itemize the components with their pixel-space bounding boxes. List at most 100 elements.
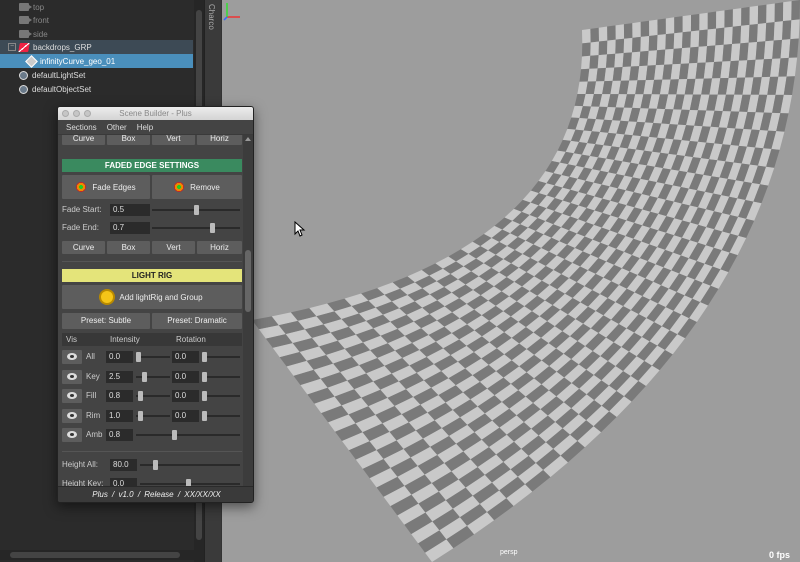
rotation-column-header: Rotation: [176, 335, 206, 344]
minimize-window-icon[interactable]: [73, 110, 80, 117]
checker-tile: [707, 28, 717, 47]
slider-knob[interactable]: [210, 223, 216, 233]
checker-tile: [690, 30, 700, 48]
outliner-item-default-light-set[interactable]: defaultLightSet: [0, 68, 193, 82]
light-label-rim: Rim: [86, 410, 101, 420]
intensity-slider-fill[interactable]: [136, 390, 170, 402]
intensity-field-amb[interactable]: 0.8: [106, 429, 133, 441]
box-button[interactable]: Box: [107, 241, 150, 254]
visibility-eye-icon-key[interactable]: [62, 369, 82, 384]
checker-tile: [697, 46, 708, 63]
checker-tile: [730, 43, 741, 62]
intensity-field-key[interactable]: 2.5: [106, 370, 133, 383]
close-window-icon[interactable]: [62, 110, 69, 117]
rotation-slider-fill[interactable]: [202, 390, 240, 402]
scroll-up-icon[interactable]: [245, 137, 251, 141]
intensity-field-fill[interactable]: 0.8: [106, 390, 133, 402]
box-button-top[interactable]: Box: [107, 135, 150, 145]
outliner-item-top[interactable]: top: [0, 0, 193, 14]
checker-tile: [590, 41, 600, 56]
slider-knob[interactable]: [202, 352, 207, 362]
visibility-eye-icon-amb[interactable]: [62, 428, 82, 442]
rotation-field-rim[interactable]: 0.0: [172, 409, 199, 422]
checker-tile: [698, 29, 708, 47]
rotation-slider-key[interactable]: [202, 371, 240, 383]
scene-builder-scrollbar[interactable]: [243, 135, 253, 488]
window-title: Scene Builder - Plus: [119, 109, 192, 118]
intensity-slider-rim[interactable]: [136, 410, 170, 422]
menu-help[interactable]: Help: [137, 123, 153, 132]
curve-button-top[interactable]: Curve: [62, 135, 105, 145]
checker-tile: [707, 11, 717, 30]
horiz-button-top[interactable]: Horiz: [197, 135, 242, 145]
visibility-eye-icon-rim[interactable]: [62, 408, 82, 423]
rotation-field-fill[interactable]: 0.0: [172, 390, 199, 402]
outliner-item-label: backdrops_GRP: [33, 42, 92, 52]
intensity-slider-key[interactable]: [136, 371, 170, 383]
slider-knob[interactable]: [136, 352, 141, 362]
scene-builder-window: Scene Builder - Plus Sections Other Help…: [57, 106, 254, 503]
scrollbar-thumb[interactable]: [10, 552, 180, 558]
checker-tile: [598, 26, 608, 42]
checkered-backdrop-mesh[interactable]: [222, 0, 800, 562]
fade-start-field[interactable]: 0.5: [110, 204, 150, 216]
light-rig-header[interactable]: LIGHT RIG: [62, 269, 242, 282]
outliner-item-side[interactable]: side: [0, 27, 193, 41]
checker-tile: [791, 0, 800, 21]
checker-tile: [622, 52, 632, 67]
outliner-item-label: front: [33, 15, 50, 25]
outliner-item-front[interactable]: front: [0, 13, 193, 27]
3d-viewport[interactable]: persp 0 fps: [222, 0, 800, 562]
scrollbar-thumb[interactable]: [245, 250, 251, 312]
slider-knob[interactable]: [138, 410, 143, 421]
checker-tile: [655, 49, 666, 66]
slider-knob[interactable]: [202, 371, 207, 382]
slider-knob[interactable]: [138, 391, 143, 401]
slider-knob[interactable]: [142, 371, 147, 382]
faded-edge-settings-header[interactable]: FADED EDGE SETTINGS: [62, 159, 242, 172]
slider-knob[interactable]: [202, 391, 207, 401]
outliner-item-default-object-set[interactable]: defaultObjectSet: [0, 82, 193, 96]
menu-sections[interactable]: Sections: [66, 123, 97, 132]
scene-builder-scroll-area: Curve Box Vert Horiz FADED EDGE SETTINGS…: [58, 135, 245, 488]
menu-other[interactable]: Other: [107, 123, 127, 132]
add-light-rig-button[interactable]: Add lightRig and Group: [62, 285, 242, 309]
slider-knob[interactable]: [193, 205, 199, 215]
window-titlebar[interactable]: Scene Builder - Plus: [58, 107, 253, 120]
collapse-icon[interactable]: −: [8, 43, 16, 51]
rotation-field-all[interactable]: 0.0: [172, 351, 199, 363]
height-all-slider[interactable]: [140, 459, 240, 471]
slider-knob[interactable]: [202, 410, 207, 421]
curve-button[interactable]: Curve: [62, 241, 105, 254]
fade-edges-button[interactable]: Fade Edges: [62, 175, 150, 199]
intensity-slider-amb[interactable]: [136, 429, 240, 441]
rotation-slider-all[interactable]: [202, 351, 240, 363]
visibility-eye-icon-fill[interactable]: [62, 389, 82, 403]
visibility-eye-icon-all[interactable]: [62, 350, 82, 364]
checker-tile: [765, 22, 775, 42]
height-all-field[interactable]: 80.0: [110, 459, 137, 471]
slider-knob[interactable]: [153, 460, 158, 470]
rotation-slider-rim[interactable]: [202, 410, 240, 422]
horiz-button[interactable]: Horiz: [197, 241, 242, 254]
checker-tile: [597, 54, 607, 69]
checker-tile: [614, 53, 624, 68]
fade-end-field[interactable]: 0.7: [110, 222, 150, 234]
intensity-slider-all[interactable]: [136, 351, 170, 363]
checker-tile: [620, 66, 631, 81]
vert-button[interactable]: Vert: [152, 241, 195, 254]
vert-button-top[interactable]: Vert: [152, 135, 195, 145]
outliner-horizontal-scrollbar[interactable]: [0, 550, 194, 560]
zoom-window-icon[interactable]: [84, 110, 91, 117]
intensity-field-rim[interactable]: 1.0: [106, 409, 133, 422]
intensity-field-all[interactable]: 0.0: [106, 351, 133, 363]
fade-end-slider[interactable]: [152, 222, 240, 234]
preset-subtle-button[interactable]: Preset: Subtle: [62, 313, 150, 329]
preset-dramatic-button[interactable]: Preset: Dramatic: [152, 313, 242, 329]
remove-fade-button[interactable]: Remove: [152, 175, 242, 199]
fade-start-slider[interactable]: [152, 204, 240, 216]
outliner-item-infinity-curve[interactable]: infinityCurve_geo_01: [0, 54, 193, 68]
outliner-item-backdrops-grp[interactable]: − backdrops_GRP: [0, 40, 193, 54]
rotation-field-key[interactable]: 0.0: [172, 370, 199, 383]
slider-knob[interactable]: [172, 430, 177, 440]
